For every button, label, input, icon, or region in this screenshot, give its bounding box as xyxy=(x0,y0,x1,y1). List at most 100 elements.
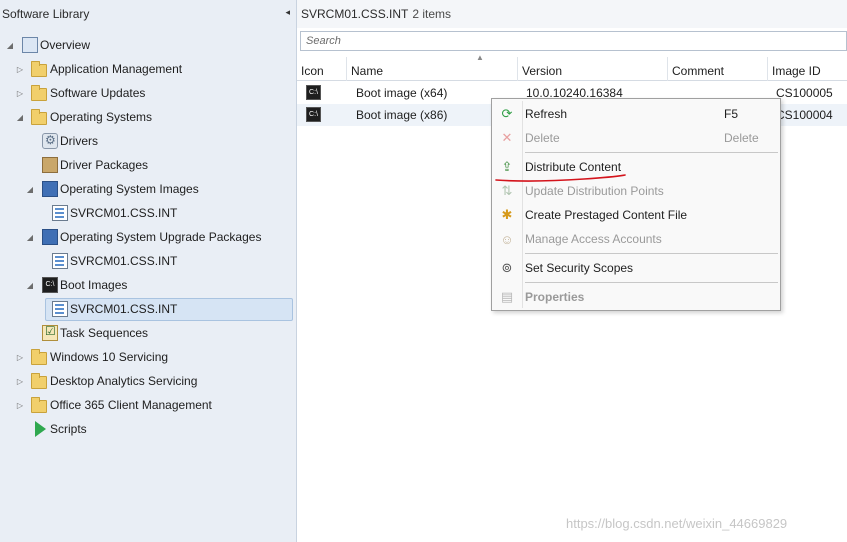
tree-label: Overview xyxy=(40,38,91,52)
item-count: 2 items xyxy=(412,7,452,21)
expand-icon[interactable]: ▷ xyxy=(15,376,25,386)
tree-label: Desktop Analytics Servicing xyxy=(50,374,198,388)
tree-item-overview[interactable]: ◢ Overview xyxy=(0,33,297,57)
tree-item-windows-10-servicing[interactable]: ▷ Windows 10 Servicing xyxy=(0,345,297,369)
current-location: SVRCM01.CSS.INT xyxy=(301,7,409,21)
cell-image-id: CS100005 xyxy=(776,86,833,100)
search-placeholder: Search xyxy=(306,35,341,47)
menu-item-delete: ✕ Delete Delete xyxy=(492,127,780,149)
expand-icon[interactable]: ▷ xyxy=(15,88,25,98)
column-header-image-id[interactable]: Image ID xyxy=(768,57,847,81)
folder-icon xyxy=(31,61,47,77)
os-upgrade-icon xyxy=(42,229,58,245)
menu-item-create-prestaged-content-file[interactable]: ✱ Create Prestaged Content File xyxy=(492,204,780,226)
pane-title: Software Library xyxy=(0,0,297,28)
expand-icon[interactable]: ▷ xyxy=(15,400,25,410)
server-icon xyxy=(52,253,68,269)
pane-title-text: Software Library xyxy=(2,7,90,21)
tree-item-os-images[interactable]: ◢ Operating System Images xyxy=(0,177,297,201)
menu-item-shortcut: F5 xyxy=(724,107,739,121)
tree-item-software-updates[interactable]: ▷ Software Updates xyxy=(0,81,297,105)
menu-item-label: Manage Access Accounts xyxy=(525,232,662,246)
menu-separator xyxy=(525,152,778,153)
cell-image-id: CS100004 xyxy=(776,108,833,122)
server-icon xyxy=(52,205,68,221)
column-header-version[interactable]: Version xyxy=(518,57,668,81)
tree-item-desktop-analytics-servicing[interactable]: ▷ Desktop Analytics Servicing xyxy=(0,369,297,393)
server-icon xyxy=(52,301,68,317)
watermark: https://blog.csdn.net/weixin_44669829 xyxy=(566,516,788,531)
tree-item-driver-packages[interactable]: Driver Packages xyxy=(0,153,297,177)
tree-label: Application Management xyxy=(50,62,183,76)
tree-item-application-management[interactable]: ▷ Application Management xyxy=(0,57,297,81)
tree-label: Office 365 Client Management xyxy=(50,398,212,412)
collapse-pane-icon[interactable]: ◂ xyxy=(285,7,290,18)
sort-ascending-icon: ▲ xyxy=(476,53,484,62)
tree-label: Operating System Images xyxy=(60,182,199,196)
tree-label: Operating Systems xyxy=(50,110,153,124)
refresh-icon: ⟳ xyxy=(501,106,513,121)
tree-item-office-365-client-management[interactable]: ▷ Office 365 Client Management xyxy=(0,393,297,417)
red-underline-annotation xyxy=(495,174,626,182)
prestaged-file-icon: ✱ xyxy=(501,207,513,222)
tree-label: Driver Packages xyxy=(60,158,149,172)
collapse-icon[interactable]: ◢ xyxy=(5,40,15,50)
delete-icon: ✕ xyxy=(501,130,513,145)
tree-label: Scripts xyxy=(50,422,87,436)
boot-image-icon: C:\ xyxy=(306,85,321,100)
folder-icon xyxy=(31,397,47,413)
column-header-name[interactable]: ▲ Name xyxy=(347,53,518,81)
tree-label: SVRCM01.CSS.INT xyxy=(70,206,178,220)
menu-item-set-security-scopes[interactable]: ⊚ Set Security Scopes xyxy=(492,257,780,279)
column-header-icon[interactable]: Icon xyxy=(297,57,347,81)
tree-item-scripts[interactable]: Scripts xyxy=(0,417,297,441)
context-menu: ⟳ Refresh F5 ✕ Delete Delete ⇪ Distribut… xyxy=(491,98,781,311)
tree-item-operating-systems[interactable]: ◢ Operating Systems xyxy=(0,105,297,129)
column-header-comment[interactable]: Comment xyxy=(668,57,768,81)
tree-item-task-sequences[interactable]: Task Sequences xyxy=(0,321,297,345)
column-header-label: Icon xyxy=(301,64,324,78)
driver-package-icon xyxy=(42,157,58,173)
tree-label: Operating System Upgrade Packages xyxy=(60,230,262,244)
expand-icon[interactable]: ▷ xyxy=(15,352,25,362)
column-header-label: Name xyxy=(351,64,384,78)
collapse-icon[interactable]: ◢ xyxy=(25,184,35,194)
folder-icon xyxy=(31,109,47,125)
menu-item-refresh[interactable]: ⟳ Refresh F5 xyxy=(492,103,780,125)
menu-item-label: Set Security Scopes xyxy=(525,261,634,275)
menu-item-label: Delete xyxy=(525,131,560,145)
update-dp-icon: ⇅ xyxy=(501,183,513,198)
scripts-icon xyxy=(35,421,46,437)
expand-icon[interactable]: ▷ xyxy=(15,64,25,74)
folder-icon xyxy=(31,349,47,365)
column-header-row: Icon ▲ Name Version Comment Image ID xyxy=(297,53,847,81)
column-header-label: Image ID xyxy=(772,64,821,78)
tree-item-boot-images-server[interactable]: SVRCM01.CSS.INT xyxy=(0,297,297,321)
search-input[interactable]: Search xyxy=(300,31,847,51)
driver-icon xyxy=(42,133,58,149)
task-sequence-icon xyxy=(42,324,58,341)
menu-item-label: Create Prestaged Content File xyxy=(525,208,688,222)
tree-label: SVRCM01.CSS.INT xyxy=(70,302,178,316)
cell-name: Boot image (x86) xyxy=(356,108,448,122)
tree-item-os-upgrade-server[interactable]: SVRCM01.CSS.INT xyxy=(0,249,297,273)
navigation-pane: Software Library ◂ ◢ Overview ▷ Applicat… xyxy=(0,0,297,542)
collapse-icon[interactable]: ◢ xyxy=(15,112,25,122)
tree-label: Drivers xyxy=(60,134,98,148)
boot-image-icon: C:\ xyxy=(306,107,321,122)
tree-item-drivers[interactable]: Drivers xyxy=(0,129,297,153)
tree-item-boot-images[interactable]: ◢ C:\ Boot Images xyxy=(0,273,297,297)
access-accounts-icon: ☺ xyxy=(500,231,514,247)
overview-icon xyxy=(22,37,38,53)
security-scope-icon: ⊚ xyxy=(501,260,513,275)
collapse-icon[interactable]: ◢ xyxy=(25,280,35,290)
tree-label: Software Updates xyxy=(50,86,146,100)
collapse-icon[interactable]: ◢ xyxy=(25,232,35,242)
tree-item-os-upgrade-packages[interactable]: ◢ Operating System Upgrade Packages xyxy=(0,225,297,249)
column-header-label: Comment xyxy=(672,64,725,78)
os-image-icon xyxy=(42,181,58,197)
tree-label: Boot Images xyxy=(60,278,128,292)
menu-item-label: Refresh xyxy=(525,107,568,121)
folder-icon xyxy=(31,373,47,389)
tree-item-os-images-server[interactable]: SVRCM01.CSS.INT xyxy=(0,201,297,225)
